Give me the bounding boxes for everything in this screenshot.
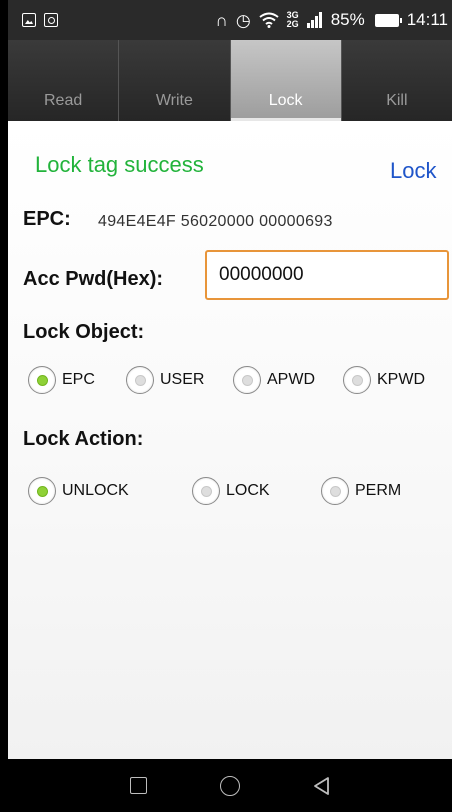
radio-perm[interactable]: PERM: [321, 477, 401, 505]
tab-label: Lock: [268, 92, 303, 109]
battery-icon: [374, 13, 402, 27]
lock-object-label: Lock Object:: [23, 321, 145, 343]
recent-apps-icon: [129, 777, 147, 794]
battery-percent: 85%: [330, 10, 365, 29]
camera-notification-icon: [44, 13, 58, 27]
status-message: Lock tag success: [35, 152, 204, 177]
tab-label: Read: [44, 92, 83, 109]
radio-label: USER: [160, 371, 205, 388]
radio-apwd[interactable]: APWD: [233, 366, 315, 394]
radio-circle: [233, 366, 261, 394]
signal-icon: [306, 12, 322, 28]
radio-label: EPC: [62, 371, 95, 388]
back-icon: [314, 776, 329, 795]
radio-lock[interactable]: LOCK: [192, 477, 270, 505]
tab-label: Write: [155, 92, 193, 109]
lock-button[interactable]: Lock: [390, 158, 436, 184]
radio-label: PERM: [355, 482, 402, 499]
tab-write[interactable]: Write: [119, 40, 231, 121]
network-type-bottom: 2G: [286, 19, 299, 29]
radio-label: LOCK: [226, 482, 270, 499]
tab-kill[interactable]: Kill: [341, 40, 452, 121]
tab-label: Kill: [386, 92, 408, 109]
radio-circle: [192, 477, 220, 505]
radio-circle: [321, 477, 349, 505]
radio-dot: [36, 374, 48, 386]
password-input[interactable]: [205, 250, 449, 300]
status-right: ∩ ◷ 3G 2G 85% 14:11: [216, 10, 448, 30]
home-button[interactable]: [215, 771, 245, 801]
epc-label: EPC:: [23, 208, 71, 230]
password-label: Acc Pwd(Hex):: [23, 268, 164, 290]
network-type: 3G 2G: [287, 11, 299, 29]
radio-dot: [134, 374, 146, 386]
radio-dot: [329, 485, 341, 497]
lock-action-label: Lock Action:: [23, 428, 144, 450]
recent-apps-button[interactable]: [123, 771, 153, 801]
gallery-icon: [22, 13, 36, 27]
alarm-icon: ◷: [235, 10, 251, 30]
radio-label: APWD: [267, 371, 315, 388]
radio-dot: [36, 485, 48, 497]
tab-bar: Read Write Lock Kill: [8, 40, 452, 121]
radio-dot: [351, 374, 363, 386]
lock-panel: Lock tag success Lock EPC: 494E4E4F 5602…: [8, 121, 452, 759]
radio-dot: [200, 485, 212, 497]
status-left: [22, 13, 58, 27]
radio-user[interactable]: USER: [126, 366, 204, 394]
tab-read[interactable]: Read: [8, 40, 120, 121]
headset-icon: ∩: [215, 10, 228, 30]
tab-lock[interactable]: Lock: [230, 40, 342, 121]
radio-epc[interactable]: EPC: [28, 366, 95, 394]
radio-circle: [126, 366, 154, 394]
back-button[interactable]: [307, 771, 337, 801]
navigation-bar: [8, 759, 452, 812]
radio-circle: [28, 366, 56, 394]
home-icon: [220, 775, 240, 796]
clock: 14:11: [406, 10, 448, 29]
radio-dot: [241, 374, 253, 386]
epc-value: 494E4E4F 56020000 00000693: [98, 213, 333, 230]
radio-circle: [343, 366, 371, 394]
radio-kpwd[interactable]: KPWD: [343, 366, 425, 394]
radio-unlock[interactable]: UNLOCK: [28, 477, 129, 505]
radio-label: UNLOCK: [62, 482, 129, 499]
radio-circle: [28, 477, 56, 505]
status-bar: ∩ ◷ 3G 2G 85% 14:11: [8, 0, 452, 40]
radio-label: KPWD: [377, 371, 425, 388]
wifi-icon: [259, 12, 279, 28]
